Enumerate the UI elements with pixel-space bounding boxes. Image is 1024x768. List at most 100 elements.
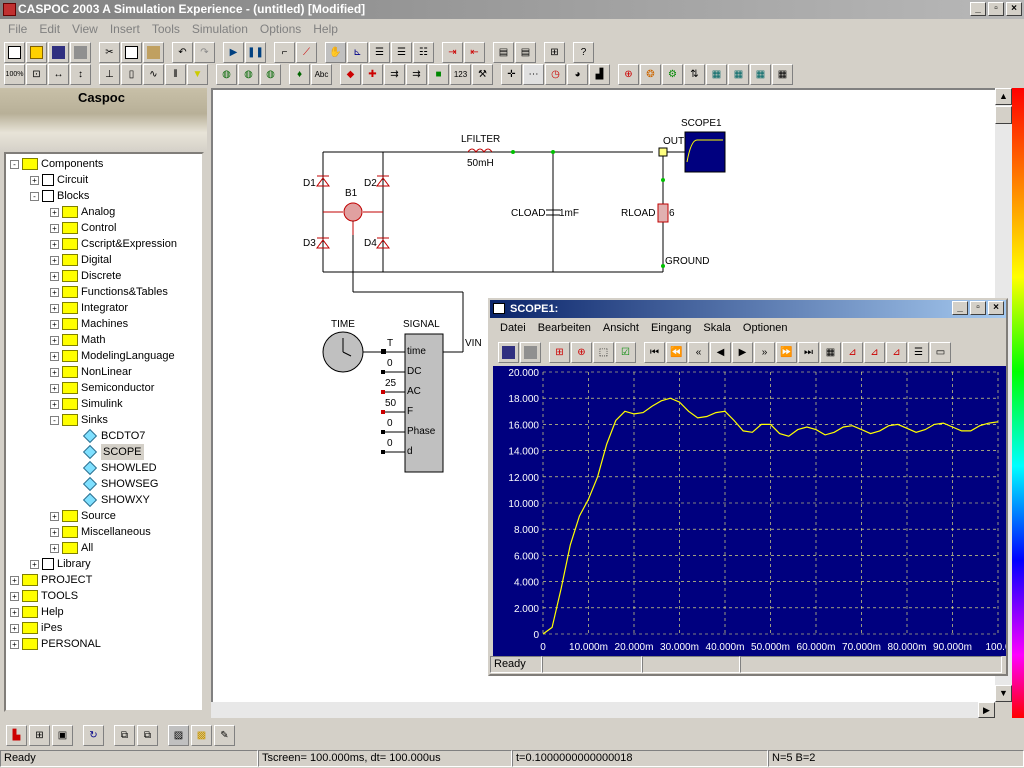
scope-fast-forward-icon[interactable]: ⏩ <box>776 342 797 363</box>
scope-next-icon[interactable]: ▶ <box>732 342 753 363</box>
expand-icon[interactable]: + <box>50 543 59 553</box>
tree-item-math[interactable]: + Math <box>50 332 105 348</box>
bottom-tree-icon[interactable]: ⊞ <box>29 725 50 746</box>
undo-icon[interactable]: ↶ <box>172 42 193 63</box>
line-icon[interactable]: ⟋ <box>296 42 317 63</box>
grid-icon[interactable]: ⋯ <box>523 64 544 85</box>
bars-icon[interactable]: ▟ <box>589 64 610 85</box>
scope-forward-icon[interactable]: » <box>754 342 775 363</box>
scope-plot[interactable]: 20.000 18.000 16.000 14.000 12.000 10.000 8.00… <box>493 366 1011 656</box>
expand-icon[interactable]: + <box>10 623 19 633</box>
doc-icon[interactable]: ▤ <box>493 42 514 63</box>
tree-item-showled[interactable]: SHOWLED <box>70 460 157 476</box>
minimize-button[interactable]: _ <box>970 2 986 16</box>
arrow-left-icon[interactable]: ⇤ <box>464 42 485 63</box>
ground-icon[interactable]: ⊥ <box>99 64 120 85</box>
scope-save-icon[interactable] <box>498 342 519 363</box>
collapse-icon[interactable]: - <box>50 415 59 425</box>
bottom-tools-icon[interactable]: ✎ <box>214 725 235 746</box>
expand-icon[interactable]: + <box>30 559 39 569</box>
list-icon[interactable]: ☰ <box>369 42 390 63</box>
expand-icon[interactable]: + <box>10 607 19 617</box>
globe-icon[interactable]: ◍ <box>216 64 237 85</box>
globe3-icon[interactable]: ◍ <box>260 64 281 85</box>
tree-item-circuit[interactable]: + Circuit <box>30 172 88 188</box>
tree-item-semiconductor[interactable]: + Semiconductor <box>50 380 154 396</box>
scroll-thumb[interactable] <box>995 106 1012 124</box>
bottom-chip-icon[interactable]: ▣ <box>52 725 73 746</box>
network-icon[interactable]: ⊞ <box>544 42 565 63</box>
capacitor-icon[interactable]: ⫴ <box>165 64 186 85</box>
expand-icon[interactable]: + <box>30 175 39 185</box>
zoom-v-icon[interactable]: ↕ <box>70 64 91 85</box>
menu-insert[interactable]: Insert <box>104 19 146 38</box>
zoom-h-icon[interactable]: ↔ <box>48 64 69 85</box>
list2-icon[interactable]: ☰ <box>391 42 412 63</box>
bottom-image-icon[interactable]: ▨ <box>168 725 189 746</box>
maximize-button[interactable]: ▫ <box>988 2 1004 16</box>
chip-icon[interactable]: ▦ <box>706 64 727 85</box>
tree-item-source[interactable]: + Source <box>50 508 116 524</box>
scope-chart-icon[interactable]: ⊿ <box>842 342 863 363</box>
node-icon[interactable]: ✚ <box>362 64 383 85</box>
redo-icon[interactable]: ↷ <box>194 42 215 63</box>
zoom-fit-icon[interactable]: ⊡ <box>26 64 47 85</box>
doc2-icon[interactable]: ▤ <box>515 42 536 63</box>
tree-item-showxy[interactable]: SHOWXY <box>70 492 150 508</box>
expand-icon[interactable]: + <box>50 319 59 329</box>
tree-item-library[interactable]: + Library <box>30 556 91 572</box>
inductor-icon[interactable]: ∿ <box>143 64 164 85</box>
new-file-icon[interactable] <box>4 42 25 63</box>
chip2-icon[interactable]: ▦ <box>728 64 749 85</box>
scope-list-icon[interactable]: ☰ <box>908 342 929 363</box>
expand-icon[interactable]: + <box>50 351 59 361</box>
scope-menu-bearbeiten[interactable]: Bearbeiten <box>532 320 597 338</box>
paste-icon[interactable] <box>143 42 164 63</box>
list3-icon[interactable]: ☷ <box>413 42 434 63</box>
resistor-icon[interactable]: ▯ <box>121 64 142 85</box>
tree-item-components[interactable]: - Components <box>10 156 103 172</box>
bottom-windows2-icon[interactable]: ⧉ <box>137 725 158 746</box>
tree-item-machines[interactable]: + Machines <box>50 316 128 332</box>
tree-item-tools[interactable]: + TOOLS <box>10 588 78 604</box>
scope-select-icon[interactable]: ⬚ <box>593 342 614 363</box>
scope-menu-optionen[interactable]: Optionen <box>737 320 794 338</box>
expand-icon[interactable]: + <box>50 287 59 297</box>
expand-icon[interactable]: + <box>50 239 59 249</box>
chip3-icon[interactable]: ▦ <box>750 64 771 85</box>
scroll-down-icon[interactable]: ▼ <box>995 685 1012 702</box>
wire-icon[interactable]: ⌐ <box>274 42 295 63</box>
menu-view[interactable]: View <box>66 19 104 38</box>
tree-item-ipes[interactable]: + iPes <box>10 620 62 636</box>
expand-icon[interactable]: + <box>50 527 59 537</box>
scope-menu-datei[interactable]: Datei <box>494 320 532 338</box>
bottom-refresh-icon[interactable]: ↻ <box>83 725 104 746</box>
zoom-100-icon[interactable]: 100% <box>4 64 25 85</box>
tree-item-bcdto7[interactable]: BCDTO7 <box>70 428 145 444</box>
copy-icon[interactable] <box>121 42 142 63</box>
flame-icon[interactable]: ❂ <box>640 64 661 85</box>
tree-item-showseg[interactable]: SHOWSEG <box>70 476 158 492</box>
expand-icon[interactable]: + <box>50 271 59 281</box>
scope-back-icon[interactable]: « <box>688 342 709 363</box>
bottom-folder-icon[interactable]: ▩ <box>191 725 212 746</box>
numbers-icon[interactable]: 123 <box>450 64 471 85</box>
scope-menu-eingang[interactable]: Eingang <box>645 320 697 338</box>
canvas-horizontal-scrollbar[interactable]: ▶ <box>211 702 995 718</box>
expand-icon[interactable]: + <box>50 223 59 233</box>
help-icon[interactable]: ? <box>573 42 594 63</box>
crosshair-icon[interactable]: ✛ <box>501 64 522 85</box>
scope-print-icon[interactable] <box>520 342 541 363</box>
scope-minimize-button[interactable]: _ <box>952 301 968 315</box>
tree-item-all[interactable]: + All <box>50 540 93 556</box>
menu-edit[interactable]: Edit <box>33 19 66 38</box>
tree-item-project[interactable]: + PROJECT <box>10 572 92 588</box>
expand-icon[interactable]: + <box>10 575 19 585</box>
color-icon[interactable]: ◆ <box>340 64 361 85</box>
scope-title-bar[interactable]: SCOPE1: _ ▫ × <box>490 300 1006 318</box>
expand-icon[interactable]: + <box>50 335 59 345</box>
scope-last-icon[interactable]: ⏭ <box>798 342 819 363</box>
bottom-chart-icon[interactable]: ▙ <box>6 725 27 746</box>
tree-item-modelinglanguage[interactable]: + ModelingLanguage <box>50 348 175 364</box>
tree-item-control[interactable]: + Control <box>50 220 116 236</box>
